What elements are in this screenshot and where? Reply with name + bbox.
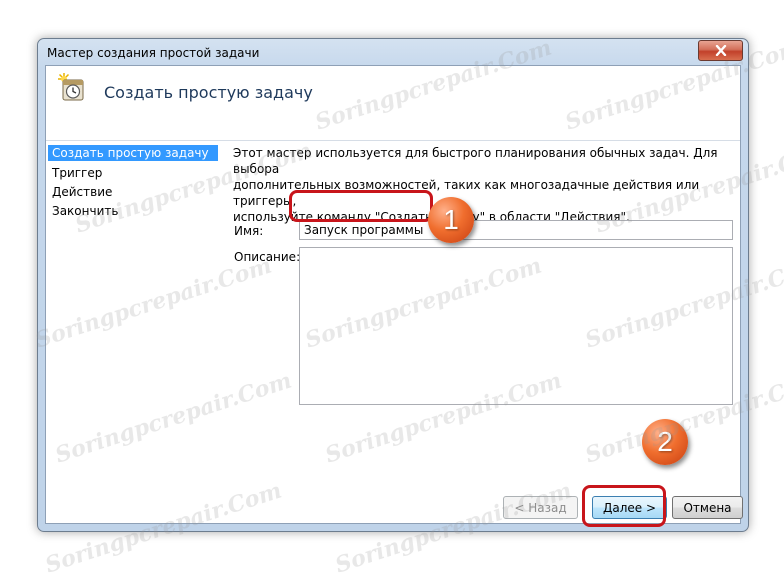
back-button[interactable]: < Назад <box>503 496 578 519</box>
step-trigger[interactable]: Триггер <box>48 165 106 181</box>
callout-badge-1: 1 <box>428 197 474 243</box>
callout-badge-2: 2 <box>642 419 688 465</box>
wizard-steps: Создать простую задачу Триггер Действие … <box>46 141 226 523</box>
name-label: Имя: <box>234 224 264 238</box>
step-create-task[interactable]: Создать простую задачу <box>48 145 218 161</box>
task-scheduler-icon <box>58 73 84 101</box>
name-input[interactable] <box>299 220 733 240</box>
dialog-client: Создать простую задачу Создать простую з… <box>45 65 743 524</box>
description-line: дополнительных возможностей, таких как м… <box>233 178 700 208</box>
page-title: Создать простую задачу <box>104 83 313 102</box>
cancel-button[interactable]: Отмена <box>672 496 743 519</box>
step-action[interactable]: Действие <box>48 184 116 200</box>
step-finish[interactable]: Закончить <box>48 203 122 219</box>
close-button[interactable] <box>698 40 743 61</box>
description-label: Описание: <box>234 250 301 264</box>
description-textarea[interactable] <box>299 247 733 405</box>
close-icon <box>715 45 726 56</box>
description-line: Этот мастер используется для быстрого пл… <box>233 146 718 176</box>
wizard-description: Этот мастер используется для быстрого пл… <box>233 145 723 225</box>
next-button[interactable]: Далее > <box>592 496 667 519</box>
wizard-header: Создать простую задачу <box>46 66 740 140</box>
title-bar[interactable]: Мастер создания простой задачи <box>38 39 748 65</box>
wizard-content: Этот мастер используется для быстрого пл… <box>231 141 740 523</box>
wizard-window: Мастер создания простой задачи Создать п… <box>37 38 749 532</box>
window-title: Мастер создания простой задачи <box>47 46 260 60</box>
